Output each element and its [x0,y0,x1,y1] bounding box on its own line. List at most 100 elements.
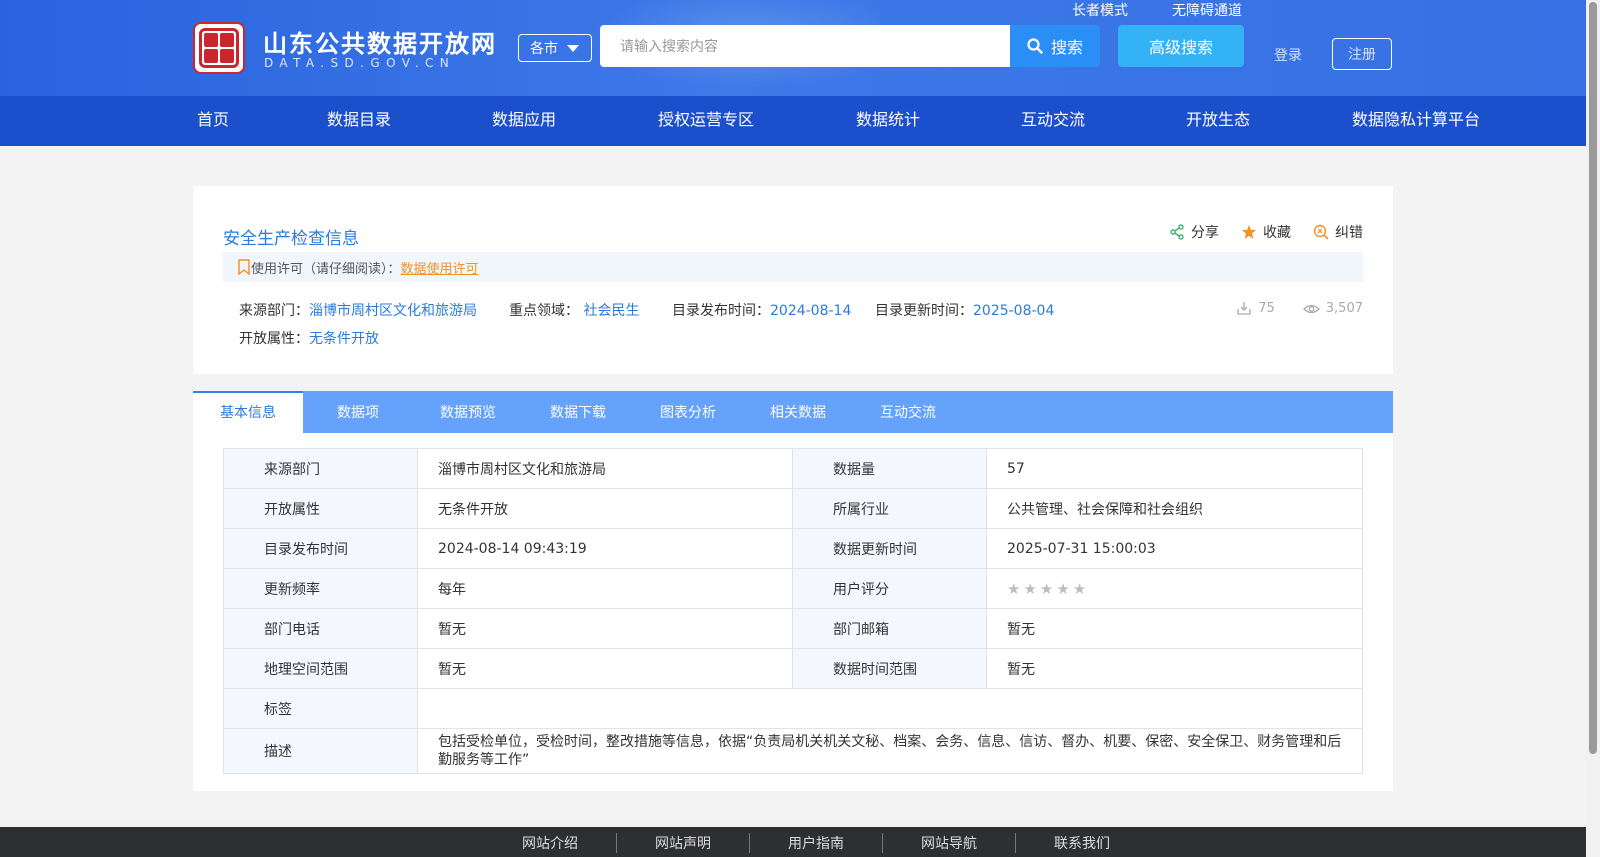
tab-bar: 基本信息 数据项 数据预览 数据下载 图表分析 相关数据 互动交流 [193,391,1393,433]
table-value: 公共管理、社会保障和社会组织 [986,488,1363,529]
favorite-button[interactable]: 收藏 [1241,222,1291,242]
table-label: 数据时间范围 [792,648,987,689]
license-label: 使用许可（请仔细阅读）： [251,261,401,277]
source-dept-link[interactable]: 淄博市周村区文化和旅游局 [309,303,477,319]
download-icon [1237,302,1251,315]
key-field-label: 重点领域： [509,303,579,319]
description-value: 包括受检单位，受检时间，整改措施等信息，依据“负责局机关机关文秘、档案、会务、信… [417,728,1363,774]
site-name: 山东公共数据开放网 [263,30,497,58]
nav-item-privacy-computing[interactable]: 数据隐私计算平台 [1352,96,1480,146]
dataset-summary-card: 安全生产检查信息 分享 收藏 纠错 使用许可（请仔细阅读）： 数据使用许可 来源… [193,186,1393,374]
login-link[interactable]: 登录 [1274,45,1302,65]
error-report-icon [1313,224,1329,240]
nav-item-apps[interactable]: 数据应用 [492,96,556,146]
chevron-down-icon [567,44,579,52]
key-field-meta: 重点领域： 社会民生 [509,300,639,320]
accessibility-link[interactable]: 无障碍通道 [1172,0,1242,20]
table-value: 暂无 [417,608,793,649]
dataset-title: 安全生产检查信息 [223,229,359,249]
nav-item-home[interactable]: 首页 [197,96,229,146]
dataset-actions: 分享 收藏 纠错 [1169,222,1363,242]
star-icon[interactable]: ★ [1073,580,1086,598]
nav-item-interaction[interactable]: 互动交流 [1021,96,1085,146]
logo-seal-icon [199,28,239,68]
table-label: 开放属性 [223,488,418,529]
key-field-link[interactable]: 社会民生 [583,303,639,319]
tab-data-preview[interactable]: 数据预览 [413,391,523,433]
tab-related-data[interactable]: 相关数据 [743,391,853,433]
tab-chart-analysis[interactable]: 图表分析 [633,391,743,433]
site-logo[interactable] [193,22,245,74]
source-dept-meta: 来源部门：淄博市周村区文化和旅游局 [239,300,477,320]
tab-data-items[interactable]: 数据项 [303,391,413,433]
share-icon [1170,224,1184,240]
city-select[interactable]: 各市 [518,34,592,62]
correct-button[interactable]: 纠错 [1313,222,1363,242]
star-icon[interactable]: ★ [1007,580,1020,598]
update-time-meta: 目录更新时间：2025-08-04 [875,300,1054,320]
publish-time-meta: 目录发布时间：2024-08-14 [672,300,851,320]
table-label: 目录发布时间 [223,528,418,569]
open-attr-link[interactable]: 无条件开放 [309,331,379,347]
publish-time-value: 2024-08-14 [770,303,852,319]
city-select-value: 各市 [530,41,558,57]
basic-info-table: 来源部门 淄博市周村区文化和旅游局 数据量 57 开放属性 无条件开放 所属行业… [223,448,1363,774]
main-nav: 首页 数据目录 数据应用 授权运营专区 数据统计 互动交流 开放生态 数据隐私计… [0,96,1586,146]
tags-label: 标签 [223,688,418,729]
table-value: 每年 [417,568,793,609]
tab-interaction[interactable]: 互动交流 [853,391,963,433]
dataset-tabs-panel: 基本信息 数据项 数据预览 数据下载 图表分析 相关数据 互动交流 来源部门 淄… [193,391,1393,791]
table-row: 描述 包括受检单位，受检时间，整改措施等信息，依据“负责局机关机关文秘、档案、会… [223,728,1363,774]
tab-basic-info[interactable]: 基本信息 [193,391,303,433]
star-icon [1242,225,1256,239]
table-label: 地理空间范围 [223,648,418,689]
table-value: 2024-08-14 09:43:19 [417,528,793,569]
table-row: 部门电话 暂无 部门邮箱 暂无 [223,608,1363,649]
star-icon[interactable]: ★ [1040,580,1053,598]
description-label: 描述 [223,728,418,774]
favorite-label: 收藏 [1263,225,1291,241]
open-attr-label: 开放属性： [239,331,309,347]
open-attr-meta: 开放属性：无条件开放 [239,328,379,348]
download-count: 75 [1236,300,1275,316]
table-row: 来源部门 淄博市周村区文化和旅游局 数据量 57 [223,448,1363,489]
elder-mode-link[interactable]: 长者模式 [1072,0,1128,20]
tab-data-download[interactable]: 数据下载 [523,391,633,433]
footer-link-guide[interactable]: 用户指南 [750,833,883,853]
footer-link-contact[interactable]: 联系我们 [1016,833,1148,853]
table-label: 来源部门 [223,448,418,489]
source-dept-label: 来源部门： [239,303,309,319]
scrollbar-thumb[interactable] [1589,2,1597,754]
user-rating[interactable]: ★ ★ ★ ★ ★ [986,568,1363,609]
nav-item-catalog[interactable]: 数据目录 [327,96,391,146]
nav-item-stats[interactable]: 数据统计 [856,96,920,146]
correct-label: 纠错 [1335,225,1363,241]
footer-links: 网站介绍 网站声明 用户指南 网站导航 联系我们 [484,833,1148,853]
rating-stars[interactable]: ★ ★ ★ ★ ★ [1007,580,1362,598]
page-scrollbar[interactable] [1586,0,1600,857]
footer-link-sitemap[interactable]: 网站导航 [883,833,1016,853]
table-value: 57 [986,448,1363,489]
advanced-search-button[interactable]: 高级搜索 [1118,25,1244,67]
site-header: 山东公共数据开放网 DATA.SD.GOV.CN 长者模式 无障碍通道 各市 搜… [0,0,1586,96]
share-button[interactable]: 分享 [1169,222,1219,242]
site-footer: 网站介绍 网站声明 用户指南 网站导航 联系我们 [0,827,1586,857]
nav-item-authorized[interactable]: 授权运营专区 [658,96,754,146]
table-label: 数据量 [792,448,987,489]
update-time-value: 2025-08-04 [973,303,1055,319]
eye-icon [1302,304,1320,314]
download-count-value: 75 [1258,300,1275,316]
footer-link-about[interactable]: 网站介绍 [484,833,617,853]
table-row: 目录发布时间 2024-08-14 09:43:19 数据更新时间 2025-0… [223,528,1363,569]
star-icon[interactable]: ★ [1023,580,1036,598]
table-row: 标签 [223,688,1363,729]
site-domain: DATA.SD.GOV.CN [264,56,456,70]
nav-item-ecosystem[interactable]: 开放生态 [1186,96,1250,146]
register-button[interactable]: 注册 [1332,38,1392,70]
star-icon[interactable]: ★ [1056,580,1069,598]
table-label: 用户评分 [792,568,987,609]
footer-link-statement[interactable]: 网站声明 [617,833,750,853]
search-input[interactable] [600,25,1010,67]
license-link[interactable]: 数据使用许可 [401,258,479,277]
search-button[interactable]: 搜索 [1010,25,1100,67]
